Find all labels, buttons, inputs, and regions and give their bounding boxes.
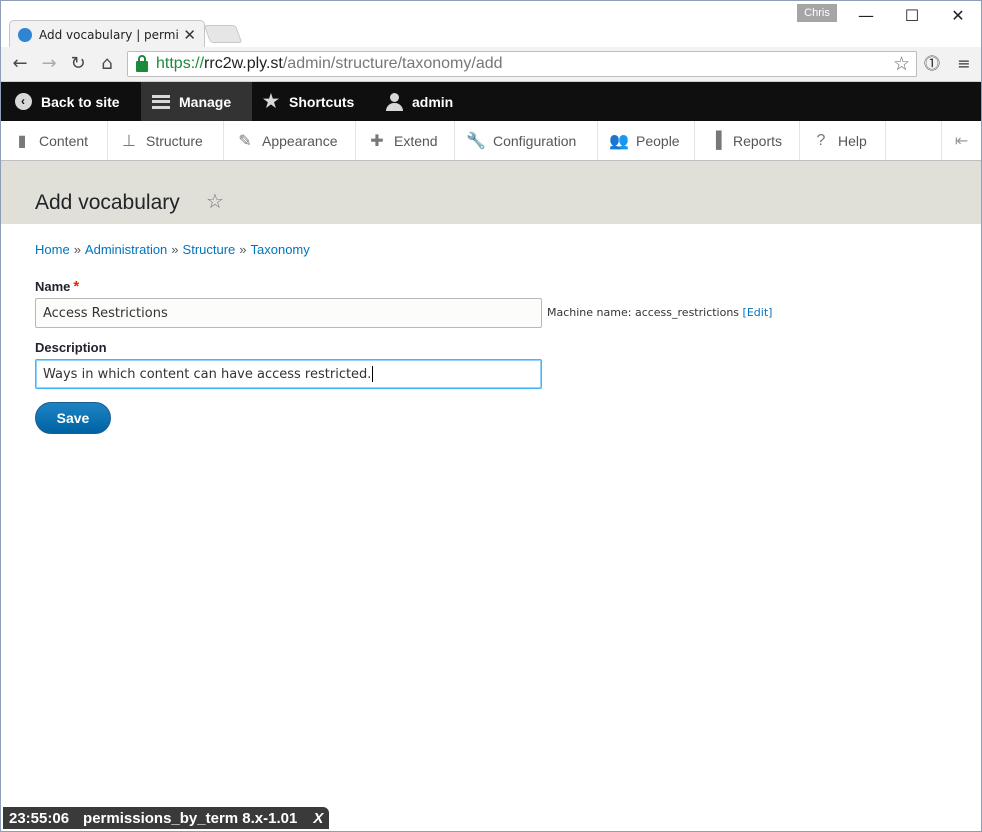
menu-item-label: Configuration xyxy=(493,132,577,149)
minimize-button[interactable]: — xyxy=(843,3,889,29)
status-close-icon[interactable]: X xyxy=(313,810,323,827)
menu-item-reports[interactable]: ▐ Reports xyxy=(695,121,800,160)
name-field[interactable]: Access Restrictions xyxy=(35,298,542,328)
menu-item-label: Structure xyxy=(146,132,203,149)
brush-icon: ✎ xyxy=(238,132,252,150)
menu-item-people[interactable]: 👥 People xyxy=(598,121,695,160)
breadcrumb: Home» Administration» Structure» Taxonomy xyxy=(35,242,310,257)
reload-icon[interactable]: ↻ xyxy=(67,53,89,75)
name-field-value: Access Restrictions xyxy=(43,305,168,321)
menu-item-help[interactable]: ? Help xyxy=(800,121,886,160)
status-text: permissions_by_term 8.x-1.01 xyxy=(83,809,298,827)
admin-menu-tray: ▮ Content ⊥ Structure ✎ Appearance ✚ Ext… xyxy=(1,121,981,161)
back-to-site-link[interactable]: ‹ Back to site xyxy=(13,82,120,121)
extension-icon[interactable]: ⓵ xyxy=(922,54,942,74)
address-bar[interactable]: https://rrc2w.ply.st/admin/structure/tax… xyxy=(127,51,917,77)
menu-item-appearance[interactable]: ✎ Appearance xyxy=(224,121,356,160)
bookmark-star-icon[interactable]: ☆ xyxy=(893,53,910,75)
name-label: Name * xyxy=(35,278,80,295)
manage-label: Manage xyxy=(179,93,232,110)
menu-item-label: Appearance xyxy=(262,132,338,149)
shortcuts-label: Shortcuts xyxy=(289,93,355,110)
breadcrumb-separator: » xyxy=(171,242,179,257)
wrench-icon: 🔧 xyxy=(466,132,486,150)
bar-chart-icon: ▐ xyxy=(710,131,722,149)
back-to-site-label: Back to site xyxy=(41,93,120,110)
back-arrow-icon[interactable]: ← xyxy=(9,53,31,75)
menu-item-label: Help xyxy=(838,132,867,149)
new-tab-button[interactable] xyxy=(203,25,243,43)
forward-arrow-icon[interactable]: → xyxy=(38,53,60,75)
menu-item-content[interactable]: ▮ Content xyxy=(1,121,108,160)
menu-item-label: People xyxy=(636,132,680,149)
menu-icon[interactable]: ≡ xyxy=(954,54,974,74)
machine-name: Machine name: access_restrictions [Edit] xyxy=(547,306,773,319)
tab-title: Add vocabulary | permissi xyxy=(39,27,180,42)
menu-item-label: Reports xyxy=(733,132,783,149)
status-overlay: 23:55:06 permissions_by_term 8.x-1.01 X xyxy=(3,807,330,829)
menu-item-extend[interactable]: ✚ Extend xyxy=(356,121,455,160)
user-label: admin xyxy=(412,93,454,110)
machine-name-edit-link[interactable]: [Edit] xyxy=(743,306,773,319)
menu-item-label: Content xyxy=(39,132,89,149)
browser-tab[interactable]: Add vocabulary | permissi ✕ xyxy=(9,20,205,48)
manage-tab[interactable]: Manage xyxy=(141,82,252,121)
description-field[interactable]: Ways in which content can have access re… xyxy=(35,359,542,389)
help-icon: ? xyxy=(816,131,826,149)
page-title: Add vocabulary xyxy=(35,191,180,214)
description-field-value: Ways in which content can have access re… xyxy=(43,366,372,382)
page-icon: ▮ xyxy=(17,132,27,150)
star-icon: ★ xyxy=(262,91,280,111)
people-icon: 👥 xyxy=(609,132,629,150)
url-text: https://rrc2w.ply.st/admin/structure/tax… xyxy=(156,55,503,72)
save-button[interactable]: Save xyxy=(35,402,111,434)
menu-hamburger-icon xyxy=(151,92,171,112)
page-header: Add vocabulary ☆ xyxy=(1,161,981,224)
user-icon xyxy=(384,92,404,112)
breadcrumb-home[interactable]: Home xyxy=(35,242,70,257)
text-caret xyxy=(372,366,374,382)
chevron-left-icon: ‹ xyxy=(13,92,33,112)
browser-window: Add vocabulary | permissi ✕ Chris — ☐ ✕ … xyxy=(0,0,982,832)
menu-item-configuration[interactable]: 🔧 Configuration xyxy=(455,121,598,160)
puzzle-icon: ✚ xyxy=(370,132,384,150)
description-label: Description xyxy=(35,340,107,355)
close-window-button[interactable]: ✕ xyxy=(935,3,981,29)
sitemap-icon: ⊥ xyxy=(122,132,136,150)
required-marker: * xyxy=(73,278,80,295)
machine-name-value: access_restrictions xyxy=(634,306,740,319)
tab-strip: Add vocabulary | permissi ✕ Chris — ☐ ✕ xyxy=(1,1,981,48)
status-time: 23:55:06 xyxy=(9,809,70,827)
shortcuts-tab[interactable]: ★ Shortcuts xyxy=(261,82,354,121)
user-tab[interactable]: admin xyxy=(384,82,453,121)
home-icon[interactable]: ⌂ xyxy=(96,53,118,75)
collapse-tray-icon[interactable]: ⇤ xyxy=(941,121,981,160)
drupal-toolbar: ‹ Back to site Manage ★ Shortcuts admin xyxy=(1,82,981,121)
maximize-button[interactable]: ☐ xyxy=(889,3,935,29)
breadcrumb-administration[interactable]: Administration xyxy=(85,242,167,257)
breadcrumb-taxonomy[interactable]: Taxonomy xyxy=(251,242,310,257)
breadcrumb-separator: » xyxy=(73,242,81,257)
browser-toolbar: ← → ↻ ⌂ https://rrc2w.ply.st/admin/struc… xyxy=(1,47,981,82)
drupal-favicon-icon xyxy=(18,27,32,42)
profile-badge[interactable]: Chris xyxy=(797,4,837,22)
tab-close-icon[interactable]: ✕ xyxy=(183,26,196,44)
lock-icon xyxy=(136,54,148,72)
add-shortcut-star-icon[interactable]: ☆ xyxy=(206,189,224,213)
menu-item-label: Extend xyxy=(394,132,438,149)
menu-item-structure[interactable]: ⊥ Structure xyxy=(108,121,224,160)
breadcrumb-separator: » xyxy=(239,242,247,257)
breadcrumb-structure[interactable]: Structure xyxy=(183,242,236,257)
